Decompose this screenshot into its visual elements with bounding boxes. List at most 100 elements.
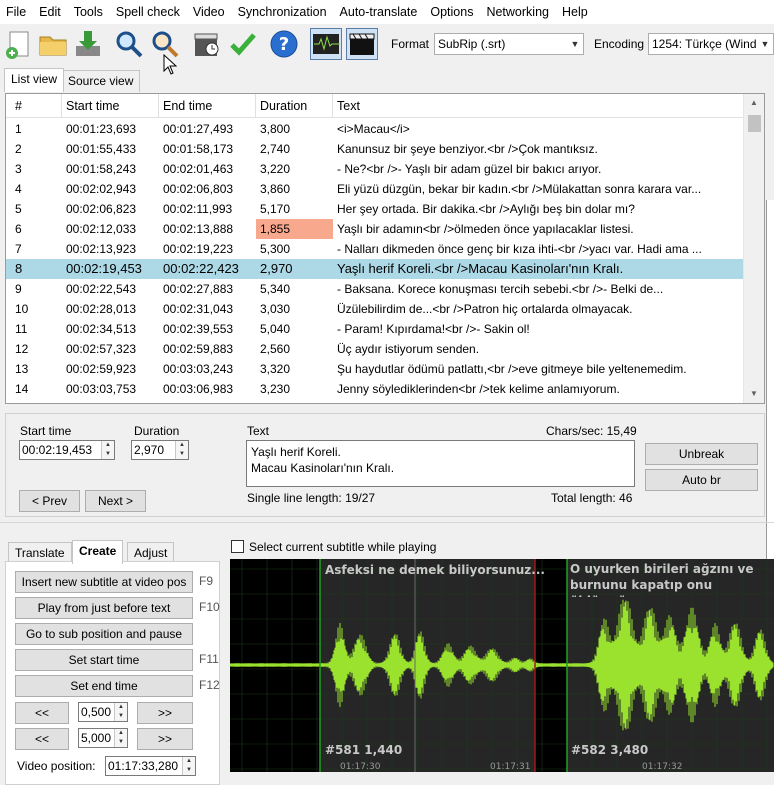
menu-auto-translate[interactable]: Auto-translate: [334, 0, 425, 24]
time-tick-3: 01:17:32: [642, 762, 682, 772]
row-start-time: 00:01:58,243: [66, 162, 137, 176]
spell-check-icon[interactable]: [227, 28, 259, 60]
table-row[interactable]: 6 00:02:12,033 00:02:13,888 1,855 Yaşlı bir …: [6, 219, 743, 239]
save-download-icon[interactable]: [72, 28, 104, 60]
text-line-1: Yaşlı herif Koreli.: [251, 445, 341, 459]
forward-small-button[interactable]: >>: [137, 702, 193, 724]
prev-button[interactable]: < Prev: [19, 490, 80, 512]
spinner-icon[interactable]: ▲ ▼: [101, 441, 114, 459]
col-number[interactable]: #: [6, 94, 62, 118]
scroll-thumb[interactable]: [748, 115, 761, 132]
col-text[interactable]: Text: [333, 94, 743, 118]
select-while-playing-checkbox[interactable]: [231, 540, 244, 553]
splitter[interactable]: [0, 522, 774, 523]
menu-edit[interactable]: Edit: [33, 0, 68, 24]
set-start-button[interactable]: Set start time: [15, 649, 193, 671]
row-duration: 3,030: [260, 302, 291, 316]
table-row[interactable]: 10 00:02:28,013 00:02:31,043 3,030 Üzülebili…: [6, 299, 743, 319]
table-row[interactable]: 8 00:02:19,453 00:02:22,423 2,970 Yaşlı heri…: [6, 259, 743, 279]
tab-source-view[interactable]: Source view: [61, 70, 141, 92]
col-duration[interactable]: Duration: [256, 94, 333, 118]
duration-input[interactable]: 2,970 ▲ ▼: [131, 440, 189, 460]
grid-header: # Start time End time Duration Text: [6, 94, 743, 118]
total-length: Total length: 46: [551, 491, 633, 505]
table-row[interactable]: 2 00:01:55,433 00:01:58,173 2,740 Kanunsuz b…: [6, 139, 743, 159]
set-end-button[interactable]: Set end time: [15, 675, 193, 697]
chevron-down-icon: ▼: [570, 39, 580, 49]
subtitle-text-editor[interactable]: Yaşlı herif Koreli. Macau Kasinoları'nın…: [246, 440, 635, 487]
table-row[interactable]: 4 00:02:02,943 00:02:06,803 3,860 Eli yüzü d…: [6, 179, 743, 199]
menu-synchronization[interactable]: Synchronization: [232, 0, 334, 24]
table-row[interactable]: 13 00:02:59,923 00:03:03,243 3,320 Şu haydut…: [6, 359, 743, 379]
spinner-icon[interactable]: ▲ ▼: [182, 757, 195, 775]
menu-options[interactable]: Options: [424, 0, 480, 24]
table-row[interactable]: 1 00:01:23,693 00:01:27,493 3,800 <i>Macau</…: [6, 119, 743, 139]
encoding-value: 1254: Türkçe (Wind: [652, 37, 757, 51]
col-start-time[interactable]: Start time: [62, 94, 159, 118]
large-step-input[interactable]: 5,000 ▲ ▼: [78, 728, 128, 748]
auto-br-button[interactable]: Auto br: [645, 469, 758, 491]
forward-large-button[interactable]: >>: [137, 728, 193, 750]
row-end-time: 00:01:58,173: [163, 142, 234, 156]
row-duration: 2,560: [260, 342, 291, 356]
table-row[interactable]: 5 00:02:06,823 00:02:11,993 5,170 Her şey or…: [6, 199, 743, 219]
row-number: 12: [15, 342, 29, 356]
tab-list-view[interactable]: List view: [4, 68, 65, 92]
table-row[interactable]: 3 00:01:58,243 00:02:01,463 3,220 - Ne?<br /…: [6, 159, 743, 179]
spinner-icon[interactable]: ▲ ▼: [114, 729, 127, 747]
row-number: 1: [15, 122, 22, 136]
audio-waveform[interactable]: Asfeksi ne demek biliyorsunuz... O uyurk…: [230, 559, 774, 772]
menu-spell-check[interactable]: Spell check: [110, 0, 187, 24]
spinner-icon[interactable]: ▲ ▼: [175, 441, 188, 459]
menu-help[interactable]: Help: [556, 0, 595, 24]
menu-file[interactable]: File: [0, 0, 33, 24]
encoding-select[interactable]: 1254: Türkçe (Wind ▼: [648, 33, 774, 55]
menu-video[interactable]: Video: [187, 0, 232, 24]
row-text: - Nalları dikmeden önce genç bir kıza ih…: [337, 242, 702, 256]
row-start-time: 00:02:19,453: [66, 261, 142, 276]
table-row[interactable]: 7 00:02:13,923 00:02:19,223 5,300 - Nalları …: [6, 239, 743, 259]
grid-scrollbar[interactable]: ▲ ▼: [743, 94, 764, 403]
next-button[interactable]: Next >: [85, 490, 146, 512]
row-number: 9: [15, 282, 22, 296]
row-text: Jenny söylediklerinden<br />tek kelime a…: [337, 382, 620, 396]
mouse-cursor-icon: [163, 54, 177, 75]
waveform-canvas[interactable]: Asfeksi ne demek biliyorsunuz... O uyurk…: [230, 559, 774, 772]
menu-tools[interactable]: Tools: [68, 0, 110, 24]
help-icon[interactable]: ?: [268, 28, 300, 60]
chevron-down-icon: ▼: [760, 39, 770, 49]
visual-sync-icon[interactable]: [191, 28, 223, 60]
table-row[interactable]: 11 00:02:34,513 00:02:39,553 5,040 - Param! …: [6, 319, 743, 339]
table-row[interactable]: 14 00:03:03,753 00:03:06,983 3,230 Jenny söy…: [6, 379, 743, 399]
spinner-icon[interactable]: ▲ ▼: [114, 703, 127, 721]
row-duration: 1,855: [256, 219, 333, 239]
insert-subtitle-button[interactable]: Insert new subtitle at video pos: [15, 571, 193, 593]
unbreak-button[interactable]: Unbreak: [645, 443, 758, 465]
play-before-button[interactable]: Play from just before text: [15, 597, 193, 619]
start-time-input[interactable]: 00:02:19,453 ▲ ▼: [19, 440, 115, 460]
col-end-time[interactable]: End time: [159, 94, 256, 118]
create-tab-page: Insert new subtitle at video pos F9 Play…: [5, 561, 220, 785]
shortcut-f9: F9: [199, 574, 214, 588]
subtitle-grid[interactable]: # Start time End time Duration Text 1 00:…: [5, 93, 765, 404]
row-start-time: 00:02:59,923: [66, 362, 137, 376]
video-position-input[interactable]: 01:17:33,280 ▲ ▼: [105, 756, 196, 776]
back-large-button[interactable]: <<: [15, 728, 69, 750]
video-toggle-icon[interactable]: [346, 28, 378, 60]
tab-create[interactable]: Create: [72, 540, 124, 564]
new-file-icon[interactable]: [4, 28, 36, 60]
goto-sub-button[interactable]: Go to sub position and pause: [15, 623, 193, 645]
waveform-toggle-icon[interactable]: [310, 28, 342, 60]
row-duration: 5,040: [260, 322, 291, 336]
menu-networking[interactable]: Networking: [480, 0, 556, 24]
scroll-up-icon[interactable]: ▲: [744, 94, 764, 112]
table-row[interactable]: 12 00:02:57,323 00:02:59,883 2,560 Üç aydır …: [6, 339, 743, 359]
back-small-button[interactable]: <<: [15, 702, 69, 724]
scroll-down-icon[interactable]: ▼: [744, 385, 764, 403]
small-step-input[interactable]: 0,500 ▲ ▼: [78, 702, 128, 722]
format-select[interactable]: SubRip (.srt) ▼: [434, 33, 584, 55]
open-folder-icon[interactable]: [37, 28, 69, 60]
find-icon[interactable]: [113, 28, 145, 60]
table-row[interactable]: 9 00:02:22,543 00:02:27,883 5,340 - Baksana.…: [6, 279, 743, 299]
row-text: Yaşlı bir adamın<br />ölmeden önce yapıl…: [337, 222, 634, 236]
